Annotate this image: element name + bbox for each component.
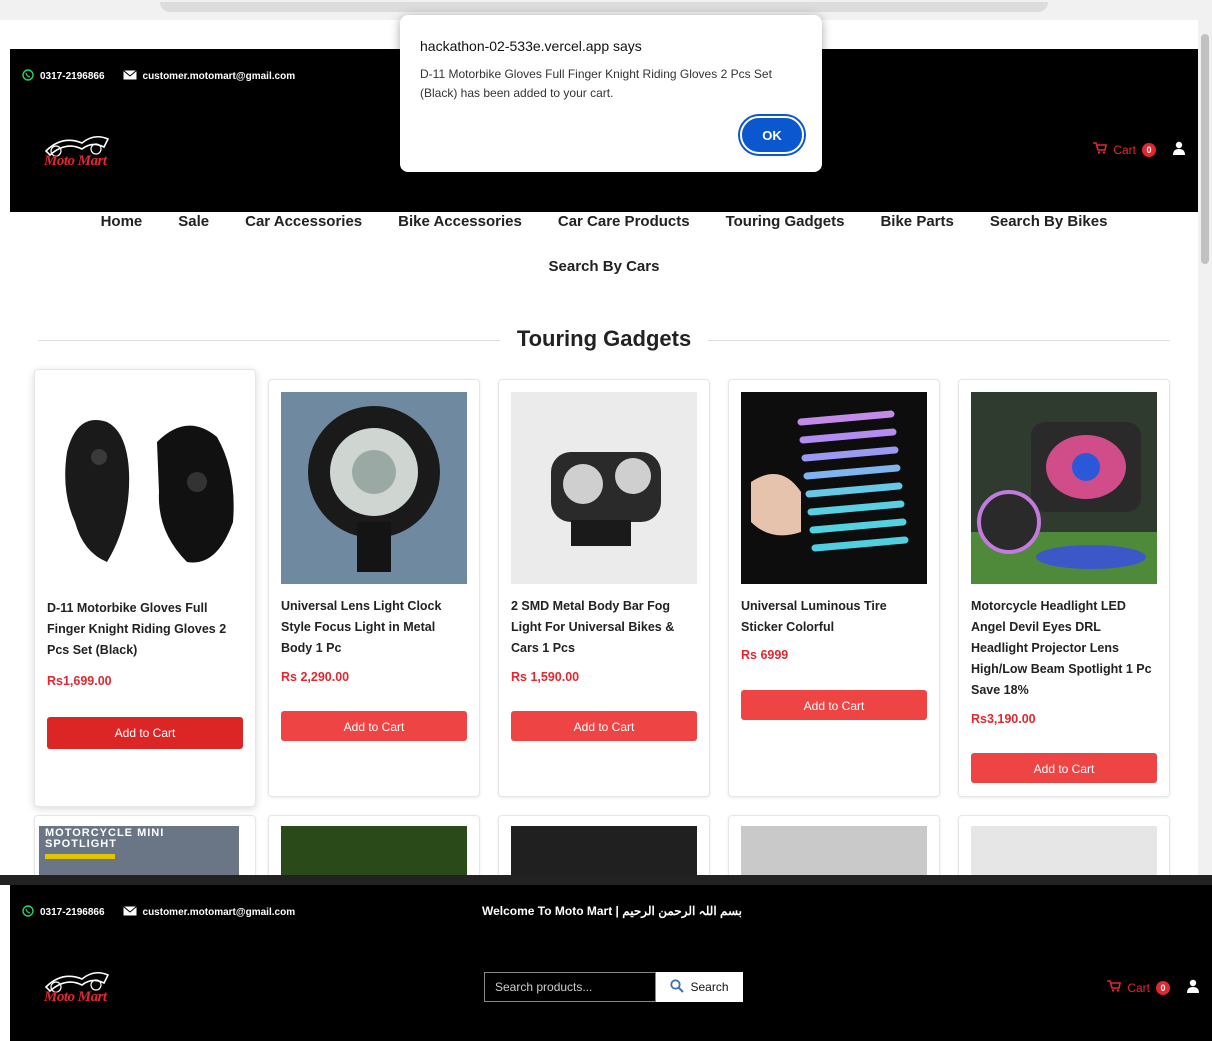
search-input[interactable]: Search products... bbox=[484, 972, 656, 1002]
cart-count-badge: 0 bbox=[1156, 980, 1170, 995]
contact-bar: 0317-2196866 customer.motomart@gmail.com bbox=[22, 69, 295, 84]
alert-dialog: hackathon-02-533e.vercel.app says D-11 M… bbox=[400, 15, 822, 172]
nav-search-by-cars[interactable]: Search By Cars bbox=[549, 258, 660, 275]
add-to-cart-button[interactable]: Add to Cart bbox=[281, 711, 467, 741]
browser-tab-strip bbox=[160, 2, 1048, 12]
product-price: Rs 2,290.00 bbox=[281, 670, 350, 684]
image-banner-strip bbox=[45, 854, 115, 859]
product-card[interactable]: Universal Luminous Tire Sticker Colorful… bbox=[728, 379, 940, 797]
product-price: Rs 6999 bbox=[741, 648, 789, 662]
window-divider bbox=[0, 875, 1212, 885]
cart-icon bbox=[1107, 980, 1122, 995]
section-header: Touring Gadgets bbox=[38, 320, 1170, 360]
product-card[interactable] bbox=[268, 815, 480, 875]
product-card[interactable]: D-11 Motorbike Gloves Full Finger Knight… bbox=[34, 369, 256, 807]
email-icon bbox=[122, 70, 137, 83]
product-image[interactable] bbox=[47, 382, 243, 582]
section-title: Touring Gadgets bbox=[516, 326, 692, 351]
nav-bike-parts[interactable]: Bike Parts bbox=[880, 213, 953, 230]
nav-car-accessories[interactable]: Car Accessories bbox=[245, 213, 362, 230]
product-price: Rs1,699.00 bbox=[47, 674, 112, 688]
phone-number[interactable]: 0317-2196866 bbox=[40, 907, 105, 918]
nav-car-care-products[interactable]: Car Care Products bbox=[558, 213, 690, 230]
product-card[interactable] bbox=[728, 815, 940, 875]
site-header-secondary: 0317-2196866 customer.motomart@gmail.com… bbox=[10, 885, 1212, 1041]
product-card[interactable]: MOTORCYCLE MINI SPOTLIGHT bbox=[34, 815, 256, 875]
email-icon bbox=[122, 906, 137, 919]
product-name[interactable]: 2 SMD Metal Body Bar Fog Light For Unive… bbox=[511, 596, 697, 659]
product-image[interactable] bbox=[511, 826, 697, 875]
search-bar: Search products... Search bbox=[484, 972, 743, 1002]
whatsapp-icon bbox=[22, 69, 34, 84]
product-image-text: MOTORCYCLE MINI SPOTLIGHT bbox=[45, 827, 165, 850]
product-name[interactable]: D-11 Motorbike Gloves Full Finger Knight… bbox=[47, 598, 243, 661]
add-to-cart-button[interactable]: Add to Cart bbox=[741, 690, 927, 720]
product-card[interactable] bbox=[958, 815, 1170, 875]
email-address[interactable]: customer.motomart@gmail.com bbox=[143, 907, 296, 918]
product-image[interactable] bbox=[741, 392, 927, 584]
dialog-title: hackathon-02-533e.vercel.app says bbox=[420, 38, 642, 54]
product-image[interactable] bbox=[281, 392, 467, 584]
add-to-cart-button[interactable]: Add to Cart bbox=[47, 717, 243, 749]
product-name[interactable]: Universal Lens Light Clock Style Focus L… bbox=[281, 596, 467, 659]
nav-bike-accessories[interactable]: Bike Accessories bbox=[398, 213, 522, 230]
scrollbar-thumb[interactable] bbox=[1201, 34, 1209, 264]
email-address[interactable]: customer.motomart@gmail.com bbox=[143, 71, 296, 82]
site-logo[interactable]: Moto Mart bbox=[42, 129, 122, 175]
logo-text: Moto Mart bbox=[44, 989, 107, 1005]
cart-icon bbox=[1093, 142, 1108, 157]
add-to-cart-button[interactable]: Add to Cart bbox=[511, 711, 697, 741]
product-card[interactable]: 2 SMD Metal Body Bar Fog Light For Unive… bbox=[498, 379, 710, 797]
product-image[interactable] bbox=[281, 826, 467, 875]
product-image[interactable] bbox=[741, 826, 927, 875]
cart-link[interactable]: Cart 0 bbox=[1093, 141, 1186, 158]
product-image[interactable] bbox=[971, 392, 1157, 584]
phone-number[interactable]: 0317-2196866 bbox=[40, 71, 105, 82]
product-card[interactable]: Universal Lens Light Clock Style Focus L… bbox=[268, 379, 480, 797]
product-image[interactable] bbox=[511, 392, 697, 584]
product-card[interactable] bbox=[498, 815, 710, 875]
dialog-message: D-11 Motorbike Gloves Full Finger Knight… bbox=[420, 67, 772, 100]
site-logo[interactable]: Moto Mart bbox=[42, 965, 122, 1011]
cart-link[interactable]: Cart 0 bbox=[1107, 979, 1200, 996]
welcome-message: Welcome To Moto Mart | بسم اللہ الرحمن ا… bbox=[482, 904, 743, 918]
cart-count-badge: 0 bbox=[1142, 142, 1156, 157]
add-to-cart-button[interactable]: Add to Cart bbox=[971, 753, 1157, 783]
product-price: Rs 1,590.00 bbox=[511, 670, 580, 684]
search-button[interactable]: Search bbox=[656, 972, 743, 1002]
product-name[interactable]: Universal Luminous Tire Sticker Colorful bbox=[741, 596, 927, 638]
product-price: Rs3,190.00 bbox=[971, 712, 1036, 726]
main-navigation: Home Sale Car Accessories Bike Accessori… bbox=[10, 213, 1198, 275]
nav-sale[interactable]: Sale bbox=[178, 213, 209, 230]
page-scrollbar[interactable] bbox=[1198, 20, 1212, 875]
product-image[interactable] bbox=[971, 826, 1157, 875]
logo-text: Moto Mart bbox=[44, 153, 107, 169]
product-card[interactable]: Motorcycle Headlight LED Angel Devil Eye… bbox=[958, 379, 1170, 797]
cart-label: Cart bbox=[1127, 980, 1150, 995]
product-image[interactable]: MOTORCYCLE MINI SPOTLIGHT bbox=[39, 826, 239, 875]
nav-touring-gadgets[interactable]: Touring Gadgets bbox=[726, 213, 845, 230]
user-icon[interactable] bbox=[1186, 979, 1200, 996]
nav-search-by-bikes[interactable]: Search By Bikes bbox=[990, 213, 1108, 230]
contact-bar: 0317-2196866 customer.motomart@gmail.com bbox=[22, 905, 295, 920]
user-icon[interactable] bbox=[1172, 141, 1186, 158]
ok-button[interactable]: OK bbox=[740, 116, 804, 154]
product-name[interactable]: Motorcycle Headlight LED Angel Devil Eye… bbox=[971, 596, 1157, 701]
nav-home[interactable]: Home bbox=[101, 213, 143, 230]
cart-label: Cart bbox=[1113, 142, 1136, 157]
whatsapp-icon bbox=[22, 905, 34, 920]
search-icon bbox=[670, 978, 685, 996]
search-button-label: Search bbox=[690, 980, 729, 994]
